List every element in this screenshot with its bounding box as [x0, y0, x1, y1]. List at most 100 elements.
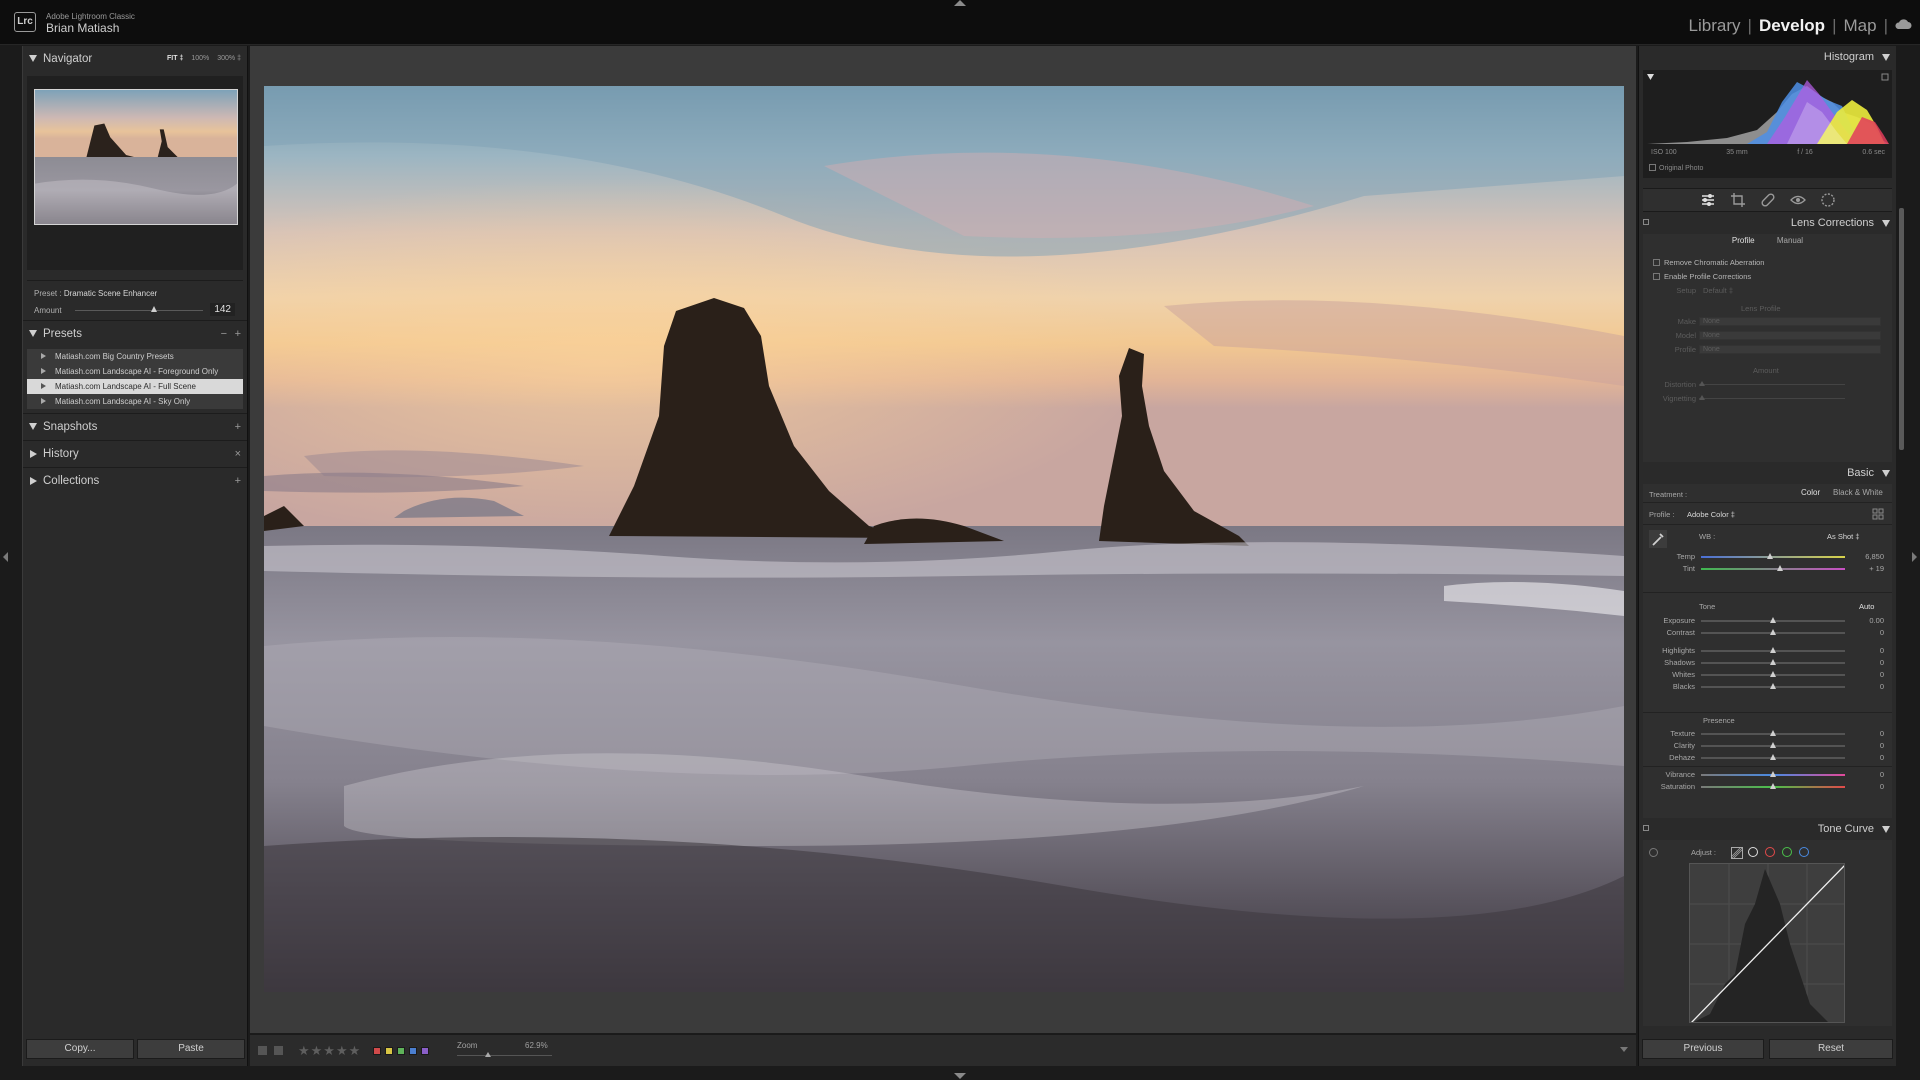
remove-preset-button[interactable]: −	[221, 328, 227, 340]
target-adjust-icon[interactable]	[1649, 848, 1658, 857]
slider-thumb[interactable]	[1770, 683, 1776, 689]
tone-curve-graph[interactable]	[1689, 863, 1845, 1023]
expand-triangle-icon[interactable]	[41, 398, 46, 404]
collapse-triangle-icon[interactable]	[29, 330, 37, 337]
red-eye-icon[interactable]	[1789, 192, 1806, 208]
paste-button[interactable]: Paste	[137, 1039, 245, 1059]
clear-history-button[interactable]: ×	[235, 448, 241, 460]
main-photo[interactable]	[264, 86, 1624, 992]
preset-folder[interactable]: Matiash.com Landscape AI - Sky Only	[27, 394, 243, 409]
collapse-triangle-icon[interactable]	[1882, 54, 1890, 61]
model-select[interactable]: None	[1699, 331, 1881, 340]
color-label-blue[interactable]	[409, 1047, 417, 1055]
masking-icon[interactable]	[1820, 192, 1836, 208]
remove-chromatic-aberration-checkbox[interactable]: Remove Chromatic Aberration	[1653, 258, 1764, 267]
point-curve-red-icon[interactable]	[1765, 847, 1775, 857]
presets-header[interactable]: Presets − +	[23, 321, 247, 347]
filmstrip-toggle-icon[interactable]	[954, 1073, 966, 1079]
tab-manual[interactable]: Manual	[1777, 236, 1803, 245]
slider-value[interactable]: 0.00	[1869, 616, 1884, 625]
auto-tone-button[interactable]: Auto	[1859, 602, 1874, 611]
slider-value[interactable]: 0	[1880, 658, 1884, 667]
top-panel-toggle-icon[interactable]	[954, 0, 966, 6]
expand-triangle-icon[interactable]	[41, 368, 46, 374]
expand-triangle-icon[interactable]	[30, 450, 37, 458]
module-map[interactable]: Map	[1837, 16, 1884, 36]
amount-slider-track[interactable]	[75, 310, 203, 311]
original-photo-checkbox[interactable]: Original Photo	[1649, 164, 1703, 172]
color-label-green[interactable]	[397, 1047, 405, 1055]
color-label-red[interactable]	[373, 1047, 381, 1055]
left-panel-toggle-icon[interactable]	[3, 552, 8, 562]
slider-value[interactable]: 0	[1880, 670, 1884, 679]
slider-thumb[interactable]	[1770, 629, 1776, 635]
basic-header[interactable]: Basic	[1639, 462, 1896, 484]
slider-value[interactable]: 0	[1880, 770, 1884, 779]
treatment-bw-option[interactable]: Black & White	[1833, 488, 1883, 497]
slider-thumb[interactable]	[1770, 671, 1776, 677]
slider-value[interactable]: 0	[1880, 729, 1884, 738]
make-select[interactable]: None	[1699, 317, 1881, 326]
collapse-triangle-icon[interactable]	[1882, 470, 1890, 477]
module-library[interactable]: Library	[1682, 16, 1748, 36]
panel-lock-icon[interactable]	[1643, 825, 1649, 831]
vignetting-slider-track[interactable]	[1699, 398, 1845, 399]
slider-value[interactable]: 0	[1880, 628, 1884, 637]
profile-select[interactable]: None	[1699, 345, 1881, 354]
distortion-slider-thumb[interactable]	[1699, 381, 1705, 386]
checkbox-icon[interactable]	[1653, 273, 1660, 280]
collapse-triangle-icon[interactable]	[1882, 220, 1890, 227]
zoom-100-option[interactable]: 100%	[191, 55, 209, 62]
enable-profile-corrections-checkbox[interactable]: Enable Profile Corrections	[1653, 272, 1751, 281]
zoom-slider-thumb[interactable]	[485, 1052, 491, 1057]
white-balance-eyedropper-icon[interactable]	[1649, 530, 1667, 548]
setup-value[interactable]: Default ‡	[1703, 286, 1733, 295]
slider-value[interactable]: 0	[1880, 753, 1884, 762]
histogram-graph[interactable]	[1647, 72, 1889, 146]
zoom-300-option[interactable]: 300% ‡	[217, 55, 241, 62]
zoom-fit-option[interactable]: FIT ‡	[167, 55, 183, 62]
slider-value[interactable]: + 19	[1869, 564, 1884, 573]
color-label-purple[interactable]	[421, 1047, 429, 1055]
slider-track[interactable]	[1701, 568, 1845, 570]
preset-folder[interactable]: Matiash.com Landscape AI - Foreground On…	[27, 364, 243, 379]
toolbar-options-icon[interactable]	[1620, 1047, 1628, 1052]
star-rating[interactable]: ★★★★★	[298, 1043, 361, 1059]
slider-thumb[interactable]	[1767, 553, 1774, 559]
zoom-slider-track[interactable]	[457, 1055, 552, 1056]
slider-value[interactable]: 0	[1880, 682, 1884, 691]
slider-thumb[interactable]	[1770, 659, 1776, 665]
slider-thumb[interactable]	[1777, 565, 1784, 571]
point-curve-rgb-icon[interactable]	[1748, 847, 1758, 857]
slider-thumb[interactable]	[1770, 742, 1776, 748]
slider-value[interactable]: 6,850	[1865, 552, 1884, 561]
right-panel-toggle-icon[interactable]	[1912, 552, 1917, 562]
add-preset-button[interactable]: +	[235, 328, 241, 340]
edit-sliders-icon[interactable]	[1700, 192, 1716, 208]
snapshots-header[interactable]: Snapshots +	[23, 414, 247, 440]
module-develop[interactable]: Develop	[1752, 16, 1832, 36]
slider-thumb[interactable]	[1770, 730, 1776, 736]
checkbox-icon[interactable]	[1649, 164, 1656, 171]
amount-value[interactable]: 142	[210, 303, 235, 316]
expand-triangle-icon[interactable]	[41, 383, 46, 389]
right-panel-scrollbar[interactable]	[1899, 208, 1904, 450]
treatment-color-option[interactable]: Color	[1801, 488, 1820, 497]
slider-thumb[interactable]	[1770, 783, 1776, 789]
preset-folder[interactable]: Matiash.com Big Country Presets	[27, 349, 243, 364]
vignetting-slider-thumb[interactable]	[1699, 395, 1705, 400]
previous-button[interactable]: Previous	[1642, 1039, 1764, 1059]
flag-reject-icon[interactable]	[274, 1046, 283, 1055]
slider-thumb[interactable]	[1770, 647, 1776, 653]
navigator-header[interactable]: Navigator FIT ‡ 100% 300% ‡	[23, 46, 247, 72]
slider-value[interactable]: 0	[1880, 782, 1884, 791]
panel-lock-icon[interactable]	[1643, 219, 1649, 225]
crop-icon[interactable]	[1730, 192, 1746, 208]
cloud-sync-icon[interactable]	[1894, 18, 1912, 30]
add-snapshot-button[interactable]: +	[235, 421, 241, 433]
profile-browser-grid-icon[interactable]	[1872, 508, 1884, 520]
tone-curve-header[interactable]: Tone Curve	[1639, 818, 1896, 840]
copy-button[interactable]: Copy...	[26, 1039, 134, 1059]
lens-corrections-header[interactable]: Lens Corrections	[1639, 212, 1896, 234]
history-header[interactable]: History ×	[23, 441, 247, 467]
